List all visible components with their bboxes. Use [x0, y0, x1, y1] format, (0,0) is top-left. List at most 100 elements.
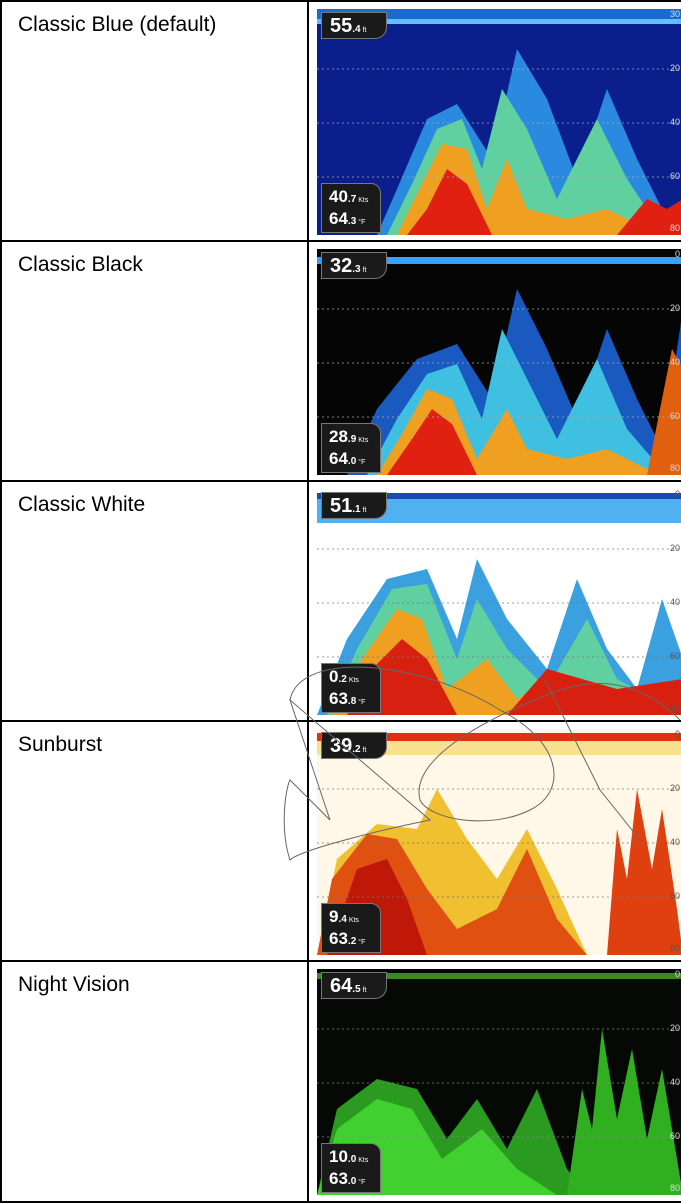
temp-unit: °F: [358, 459, 366, 466]
speed-decimal: .9: [347, 434, 357, 445]
scale-tick: 40: [669, 357, 680, 367]
scale-tick: 60: [669, 651, 680, 661]
sonar-preview-cell: 64.5 ft 0 20 40 60 80 10.0 Kts 63.0 °F: [307, 960, 681, 1203]
temp-decimal: .0: [347, 1176, 357, 1187]
depth-readout: 51.1 ft: [321, 492, 387, 519]
scale-tick: 80: [669, 463, 680, 473]
palette-label: Night Vision: [18, 973, 130, 996]
palette-label: Classic White: [18, 493, 146, 516]
speed-unit: Kts: [358, 437, 369, 444]
scale-tick: 80: [669, 1183, 680, 1193]
scale-tick: 40: [669, 837, 680, 847]
sonar-screen-night-vision: 64.5 ft 0 20 40 60 80 10.0 Kts 63.0 °F: [317, 969, 681, 1195]
depth-unit: ft: [362, 507, 367, 514]
palette-label: Classic Blue (default): [18, 13, 217, 36]
speed-value: 0: [329, 667, 339, 686]
scale-tick: 20: [669, 303, 680, 313]
sonar-screen-sunburst: 39.2 ft 0 20 40 60 80 9.4 Kts 63.2 °F: [317, 729, 681, 955]
palette-label-cell: Classic White: [0, 480, 309, 722]
speed-temp-readout: 10.0 Kts 63.0 °F: [321, 1143, 381, 1193]
scale-tick: 20: [669, 783, 680, 793]
speed-unit: Kts: [358, 1157, 369, 1164]
palette-row-night-vision: Night Vision 64.5 ft 0 20 40 60 80 10 .0…: [0, 960, 681, 1203]
sonar-screen-classic-blue: 55.4 ft 30 20 40 60 80 40.7 Kts 64.3 °F: [317, 9, 681, 235]
speed-temp-readout: 0.2 Kts 63.8 °F: [321, 663, 381, 713]
temp-value: 63: [329, 929, 348, 948]
scale-tick: 60: [669, 891, 680, 901]
temp-unit: °F: [358, 699, 366, 706]
temp-value: 64: [329, 209, 348, 228]
scale-tick: 20: [669, 63, 680, 73]
temp-unit: °F: [358, 219, 366, 226]
scale-tick: 40: [669, 117, 680, 127]
scale-tick: 20: [669, 1023, 680, 1033]
temp-value: 63: [329, 689, 348, 708]
speed-decimal: .0: [347, 1154, 357, 1165]
scale-top: 0: [674, 729, 680, 739]
palette-row-classic-white: Classic White 51.1 ft 0 20 40 60 80 0 .2…: [0, 480, 681, 722]
palette-label-cell: Sunburst: [0, 720, 309, 962]
depth-decimal: .2: [352, 744, 361, 755]
temp-decimal: .3: [347, 216, 357, 227]
temp-decimal: .8: [347, 696, 357, 707]
speed-temp-readout: 9.4 Kts 63.2 °F: [321, 903, 381, 953]
depth-unit: ft: [362, 267, 367, 274]
palette-row-classic-blue: Classic Blue (default) 55.4 ft 30 20 40 …: [0, 0, 681, 242]
sonar-screen-classic-white: 51.1 ft 0 20 40 60 80 0.2 Kts 63.8 °F: [317, 489, 681, 715]
palette-label-cell: Classic Black: [0, 240, 309, 482]
sonar-preview-cell: 32.3 ft 0 20 40 60 80 28.9 Kts 64.0 °F: [307, 240, 681, 482]
sonar-preview-cell: 39.2 ft 0 20 40 60 80 9.4 Kts 63.2 °F: [307, 720, 681, 962]
speed-temp-readout: 40.7 Kts 64.3 °F: [321, 183, 381, 233]
palette-label-cell: Night Vision: [0, 960, 309, 1203]
sonar-screen-classic-black: 32.3 ft 0 20 40 60 80 28.9 Kts 64.0 °F: [317, 249, 681, 475]
depth-unit: ft: [362, 747, 367, 754]
depth-readout: 32.3 ft: [321, 252, 387, 279]
depth-value: 32: [330, 255, 353, 277]
temp-unit: °F: [358, 939, 366, 946]
palette-row-classic-black: Classic Black 32.3 ft 0 20 40 60 80 28 .…: [0, 240, 681, 482]
depth-readout: 55.4 ft: [321, 12, 387, 39]
temp-decimal: .0: [347, 456, 357, 467]
depth-value: 64: [330, 975, 353, 997]
depth-decimal: .1: [352, 504, 361, 515]
scale-tick: 60: [669, 411, 680, 421]
depth-decimal: .3: [352, 264, 361, 275]
depth-decimal: .4: [352, 24, 361, 35]
temp-value: 64: [329, 449, 348, 468]
speed-value: 10: [329, 1147, 348, 1166]
scale-tick: 40: [669, 1077, 680, 1087]
speed-unit: Kts: [358, 197, 369, 204]
speed-temp-readout: 28.9 Kts 64.0 °F: [321, 423, 381, 473]
depth-value: 55: [330, 15, 353, 37]
scale-tick: 20: [669, 543, 680, 553]
palette-label-cell: Classic Blue (default): [0, 0, 309, 242]
scale-top: 0: [674, 249, 680, 259]
temp-value: 63: [329, 1169, 348, 1188]
speed-unit: Kts: [348, 917, 359, 924]
color-palette-table: Classic Blue (default) 55.4 ft 30 20 40 …: [0, 0, 681, 1203]
palette-row-sunburst: Sunburst 39.2 ft 0 20 40 60 80 9 .4 Kts …: [0, 720, 681, 962]
depth-unit: ft: [362, 987, 367, 994]
sonar-preview-cell: 55.4 ft 30 20 40 60 80 40.7 Kts 64.3 °F: [307, 0, 681, 242]
palette-label: Classic Black: [18, 253, 143, 276]
depth-readout: 64.5 ft: [321, 972, 387, 999]
speed-unit: Kts: [348, 677, 359, 684]
speed-decimal: .2: [338, 674, 347, 685]
depth-value: 51: [330, 495, 353, 517]
scale-tick: 80: [669, 223, 680, 233]
scale-tick: 80: [669, 703, 680, 713]
scale-tick: 40: [669, 597, 680, 607]
scale-tick: 80: [669, 943, 680, 953]
scale-top: 30: [669, 9, 680, 19]
speed-value: 9: [329, 907, 339, 926]
depth-decimal: .5: [352, 984, 361, 995]
scale-top: 0: [674, 489, 680, 499]
speed-value: 40: [329, 187, 348, 206]
depth-readout: 39.2 ft: [321, 732, 387, 759]
temp-unit: °F: [358, 1179, 366, 1186]
speed-value: 28: [329, 427, 348, 446]
scale-tick: 60: [669, 1131, 680, 1141]
depth-unit: ft: [362, 27, 367, 34]
scale-top: 0: [674, 969, 680, 979]
sonar-preview-cell: 51.1 ft 0 20 40 60 80 0.2 Kts 63.8 °F: [307, 480, 681, 722]
